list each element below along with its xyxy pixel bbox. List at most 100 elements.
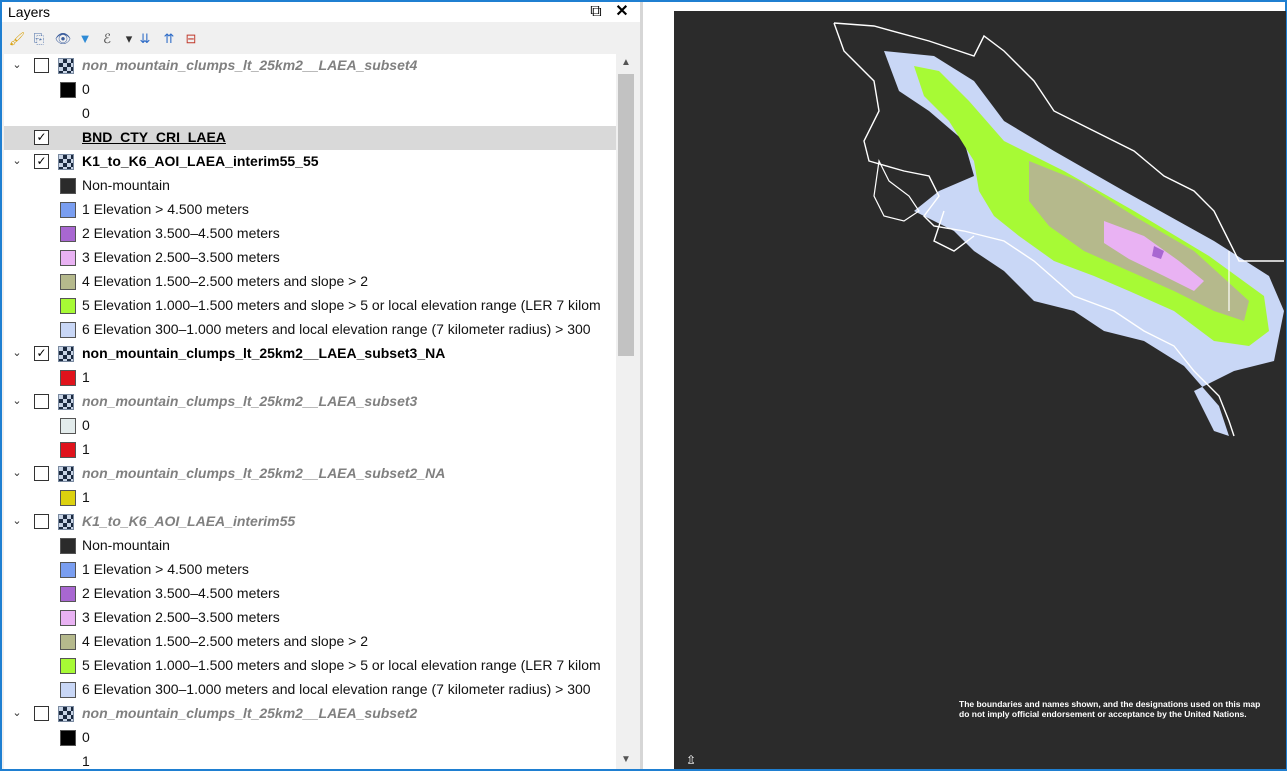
legend-swatch (60, 202, 76, 218)
layer-tree-scrollbar[interactable]: ▲ ▼ (616, 54, 636, 769)
legend-class-row[interactable]: 0 (4, 78, 616, 102)
legend-swatch (60, 562, 76, 578)
layer-visibility-checkbox[interactable] (34, 394, 49, 409)
legend-class-label: 1 (82, 441, 90, 457)
legend-swatch (60, 442, 76, 458)
layer-name: non_mountain_clumps_lt_25km2__LAEA_subse… (82, 465, 446, 481)
layer-visibility-checkbox[interactable]: ✓ (34, 154, 49, 169)
legend-class-row[interactable]: 0 (4, 102, 616, 126)
expand-all-icon[interactable]: ⇊ (136, 30, 154, 48)
float-panel-icon[interactable]: ⧉ (586, 2, 606, 22)
legend-swatch (60, 370, 76, 386)
legend-class-row[interactable]: 1 Elevation > 4.500 meters (4, 198, 616, 222)
legend-swatch (60, 754, 76, 769)
layer-row[interactable]: ✓ BND_CTY_CRI_LAEA (4, 126, 616, 150)
legend-swatch (60, 274, 76, 290)
legend-swatch (60, 538, 76, 554)
layer-visibility-checkbox[interactable]: ✓ (34, 346, 49, 361)
layer-row[interactable]: ⌄ non_mountain_clumps_lt_25km2__LAEA_subs… (4, 702, 616, 726)
legend-class-row[interactable]: 1 (4, 438, 616, 462)
layer-row[interactable]: ⌄ non_mountain_clumps_lt_25km2__LAEA_subs… (4, 54, 616, 78)
legend-class-label: Non-mountain (82, 177, 170, 193)
map-svg (833, 22, 1284, 437)
layer-row[interactable]: ⌄ K1_to_K6_AOI_LAEA_interim55 (4, 510, 616, 534)
legend-class-label: 6 Elevation 300–1.000 meters and local e… (82, 681, 591, 697)
legend-class-row[interactable]: 5 Elevation 1.000–1.500 meters and slope… (4, 654, 616, 678)
legend-class-row[interactable]: 1 (4, 366, 616, 390)
legend-class-label: 2 Elevation 3.500–4.500 meters (82, 585, 280, 601)
scroll-down-icon[interactable]: ▼ (616, 751, 636, 769)
legend-class-row[interactable]: 0 (4, 414, 616, 438)
scroll-up-icon[interactable]: ▲ (616, 54, 636, 72)
map-view[interactable]: The boundaries and names shown, and the … (674, 11, 1286, 769)
expression-filter-icon[interactable]: ℰ (98, 30, 116, 48)
layer-name: non_mountain_clumps_lt_25km2__LAEA_subse… (82, 345, 446, 361)
layer-name: BND_CTY_CRI_LAEA (82, 129, 226, 145)
collapse-chevron-icon[interactable]: ⌄ (11, 466, 23, 480)
layer-row[interactable]: ⌄ non_mountain_clumps_lt_25km2__LAEA_subs… (4, 462, 616, 486)
legend-class-row[interactable]: 4 Elevation 1.500–2.500 meters and slope… (4, 630, 616, 654)
layers-panel: Layers ⧉ ✕ 🖌 ⎘ 👁 ▼ ℰ ▾ ⇊ ⇈ ⊟ ⌄ non_mountain_clump… (2, 2, 640, 769)
layer-visibility-checkbox[interactable] (34, 706, 49, 721)
filter-icon[interactable]: ▼ (76, 30, 94, 48)
collapse-chevron-icon[interactable]: ⌄ (11, 154, 23, 168)
legend-class-label: 1 (82, 489, 90, 505)
collapse-all-icon[interactable]: ⇈ (160, 30, 178, 48)
raster-layer-icon (58, 154, 74, 170)
visibility-icon[interactable]: 👁 (54, 30, 72, 48)
legend-class-row[interactable]: 3 Elevation 2.500–3.500 meters (4, 606, 616, 630)
layer-name: non_mountain_clumps_lt_25km2__LAEA_subse… (82, 705, 418, 721)
layer-visibility-checkbox[interactable] (34, 466, 49, 481)
raster-layer-icon (58, 394, 74, 410)
collapse-chevron-icon[interactable]: ⌄ (11, 394, 23, 408)
layer-visibility-checkbox[interactable] (34, 58, 49, 73)
raster-layer-icon (58, 58, 74, 74)
legend-class-row[interactable]: 1 (4, 486, 616, 510)
legend-class-row[interactable]: Non-mountain (4, 174, 616, 198)
legend-swatch (60, 658, 76, 674)
north-arrow-icon: ⇫ (686, 753, 697, 767)
legend-class-row[interactable]: 3 Elevation 2.500–3.500 meters (4, 246, 616, 270)
add-group-icon[interactable]: ⎘ (30, 30, 48, 48)
legend-class-label: Non-mountain (82, 537, 170, 553)
scroll-thumb[interactable] (618, 74, 634, 356)
layer-name: K1_to_K6_AOI_LAEA_interim55_55 (82, 153, 319, 169)
legend-class-label: 6 Elevation 300–1.000 meters and local e… (82, 321, 591, 337)
legend-class-row[interactable]: 6 Elevation 300–1.000 meters and local e… (4, 318, 616, 342)
collapse-chevron-icon[interactable]: ⌄ (11, 58, 23, 72)
collapse-chevron-icon[interactable]: ⌄ (11, 514, 23, 528)
collapse-chevron-icon[interactable]: ⌄ (11, 346, 23, 360)
legend-class-label: 4 Elevation 1.500–2.500 meters and slope… (82, 273, 369, 289)
legend-class-label: 1 (82, 753, 90, 769)
layer-name: non_mountain_clumps_lt_25km2__LAEA_subse… (82, 57, 418, 73)
legend-class-row[interactable]: Non-mountain (4, 534, 616, 558)
legend-swatch (60, 634, 76, 650)
layer-visibility-checkbox[interactable] (34, 514, 49, 529)
legend-class-row[interactable]: 2 Elevation 3.500–4.500 meters (4, 222, 616, 246)
layer-row[interactable]: ⌄ ✓ K1_to_K6_AOI_LAEA_interim55_55 (4, 150, 616, 174)
legend-swatch (60, 322, 76, 338)
legend-class-row[interactable]: 6 Elevation 300–1.000 meters and local e… (4, 678, 616, 702)
legend-class-row[interactable]: 0 (4, 726, 616, 750)
legend-class-row[interactable]: 2 Elevation 3.500–4.500 meters (4, 582, 616, 606)
legend-class-row[interactable]: 1 Elevation > 4.500 meters (4, 558, 616, 582)
legend-class-label: 3 Elevation 2.500–3.500 meters (82, 609, 280, 625)
remove-layer-icon[interactable]: ⊟ (182, 30, 200, 48)
legend-class-label: 1 Elevation > 4.500 meters (82, 201, 249, 217)
close-panel-icon[interactable]: ✕ (612, 2, 632, 22)
legend-swatch (60, 490, 76, 506)
panel-title-bar: Layers ⧉ ✕ (2, 2, 640, 22)
legend-class-label: 0 (82, 729, 90, 745)
legend-swatch (60, 730, 76, 746)
legend-class-row[interactable]: 5 Elevation 1.000–1.500 meters and slope… (4, 294, 616, 318)
layer-row[interactable]: ⌄ ✓ non_mountain_clumps_lt_25km2__LAEA_sub… (4, 342, 616, 366)
style-icon[interactable]: 🖌 (8, 30, 26, 48)
collapse-chevron-icon[interactable]: ⌄ (11, 706, 23, 720)
legend-swatch (60, 586, 76, 602)
legend-class-row[interactable]: 4 Elevation 1.500–2.500 meters and slope… (4, 270, 616, 294)
legend-class-row[interactable]: 1 (4, 750, 616, 769)
layers-toolbar: 🖌 ⎘ 👁 ▼ ℰ ▾ ⇊ ⇈ ⊟ (2, 24, 640, 54)
raster-layer-icon (58, 466, 74, 482)
layer-row[interactable]: ⌄ non_mountain_clumps_lt_25km2__LAEA_subs… (4, 390, 616, 414)
layer-visibility-checkbox[interactable]: ✓ (34, 130, 49, 145)
